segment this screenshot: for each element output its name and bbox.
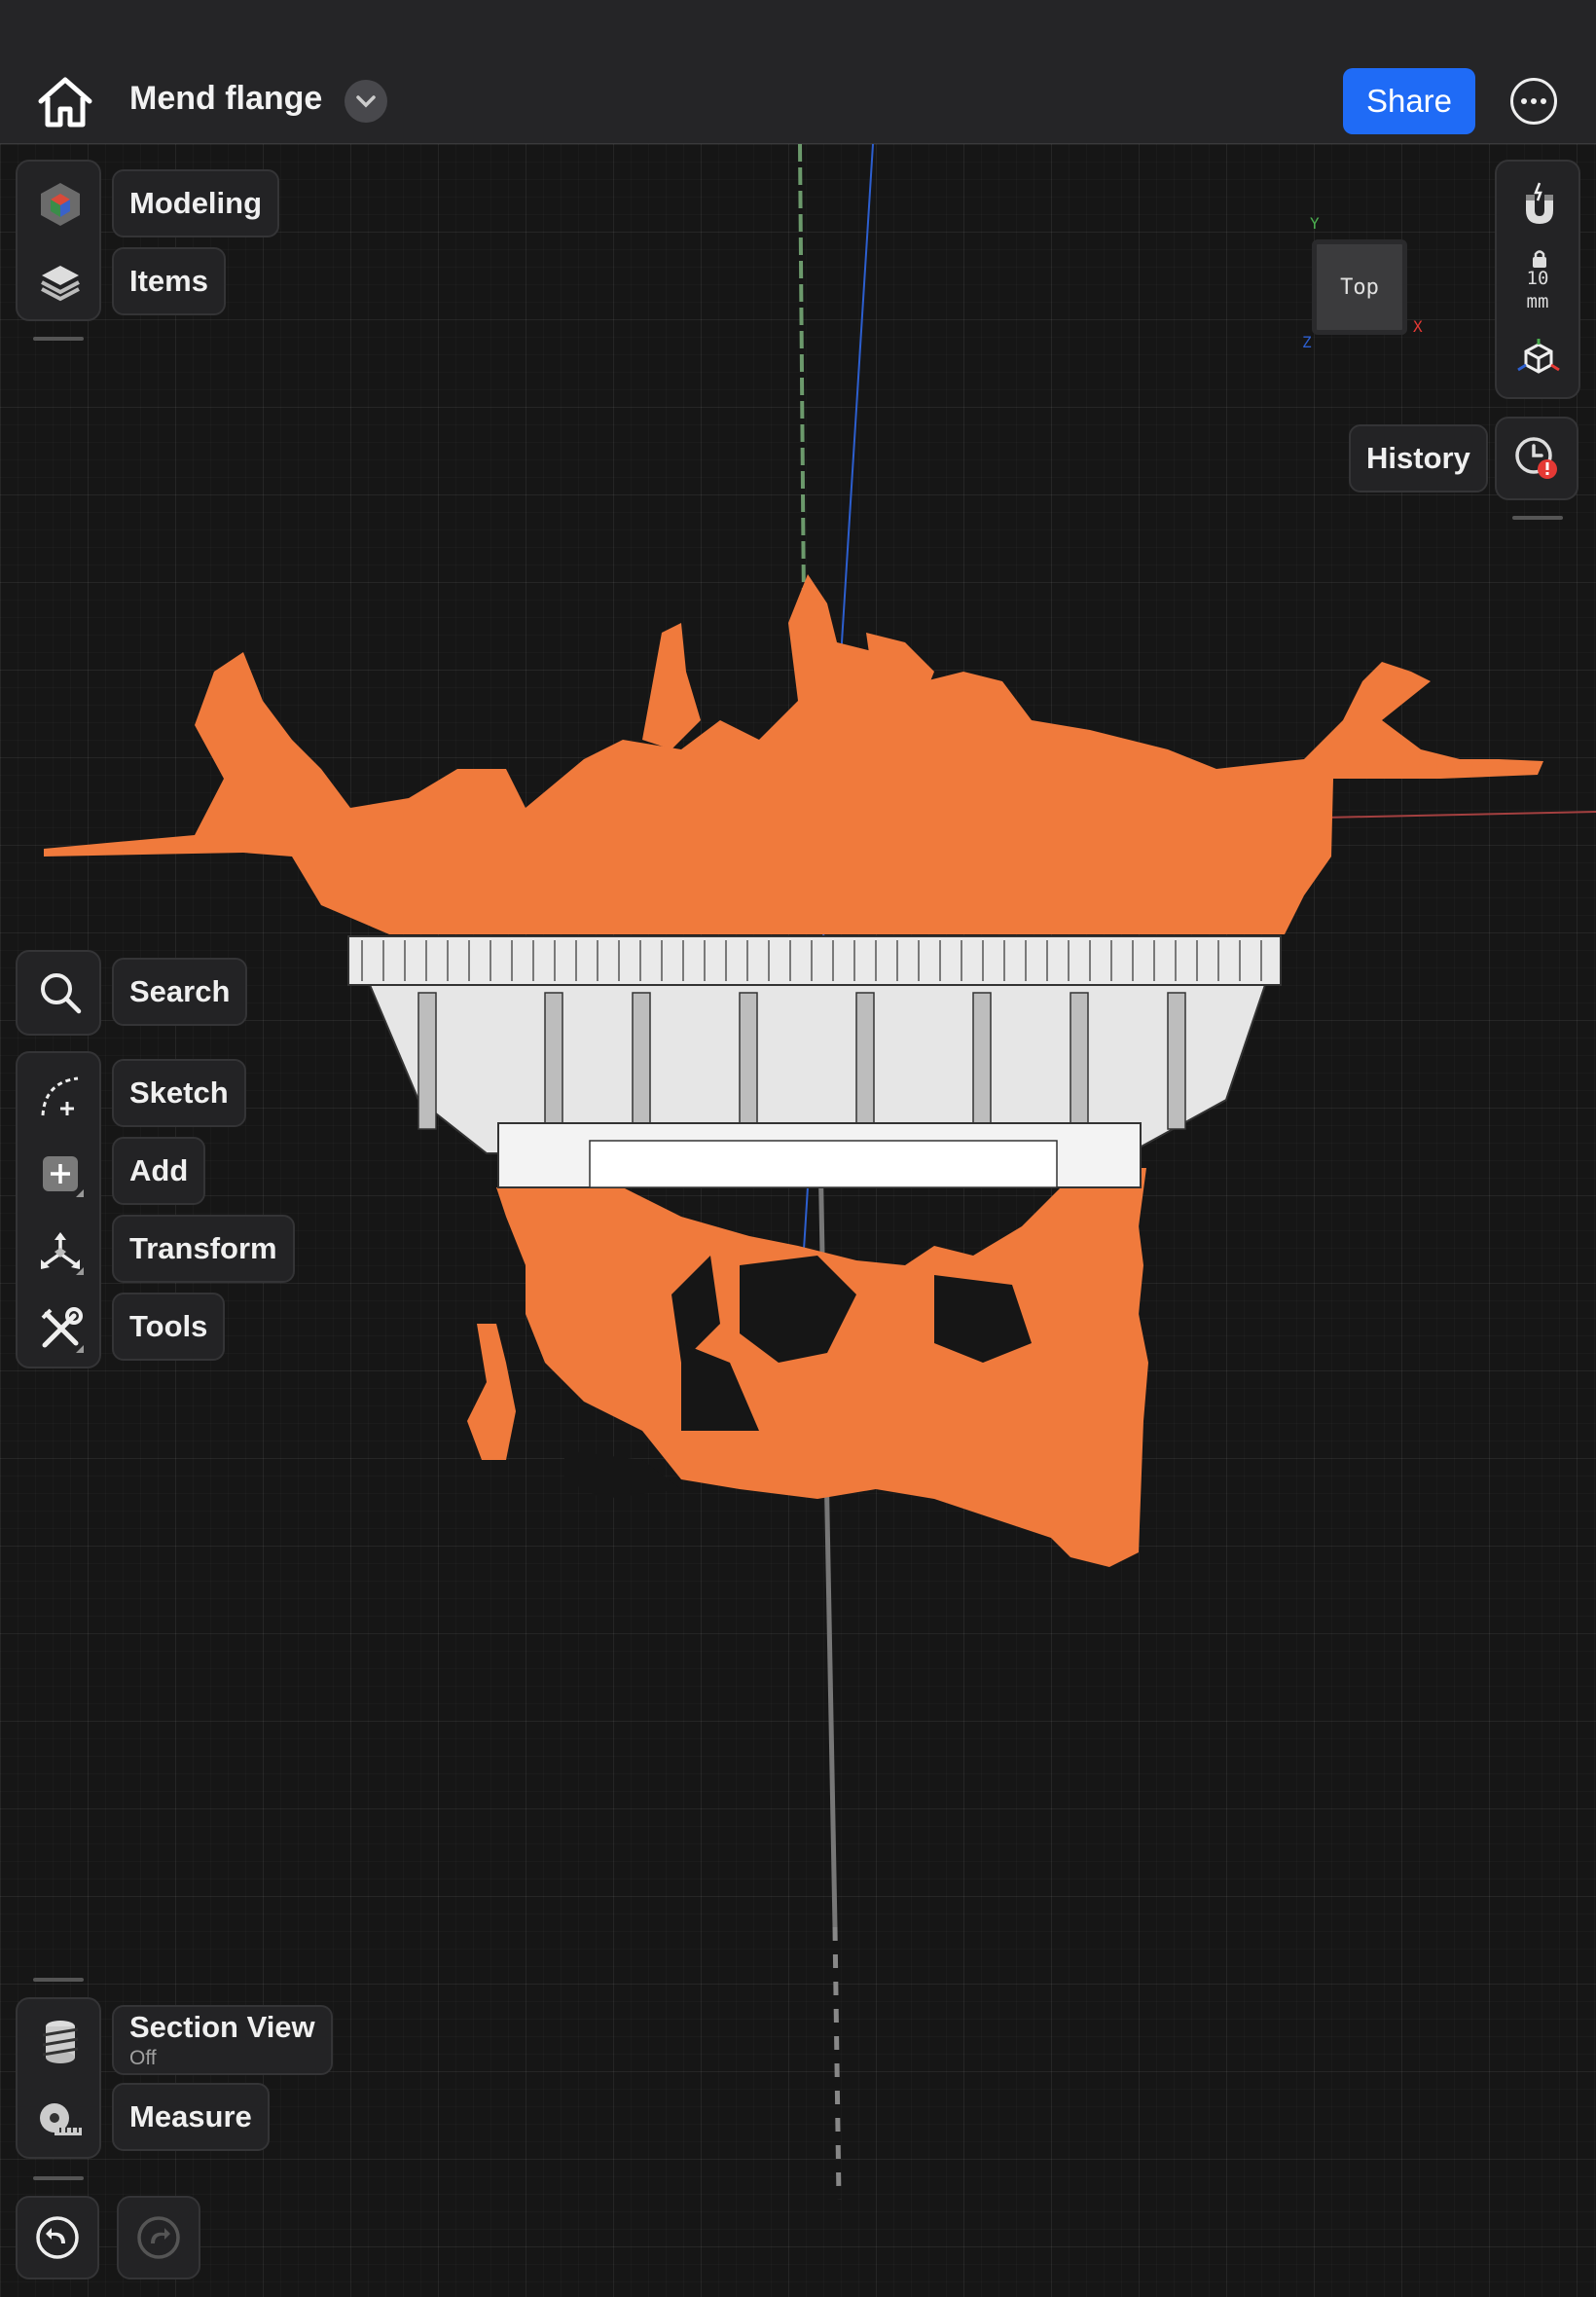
layers-icon[interactable] (31, 253, 90, 311)
scan-mesh-lower-left (467, 1324, 516, 1460)
measure-button[interactable]: Measure (112, 2083, 270, 2151)
modeling-cube-icon[interactable] (31, 175, 90, 234)
cube-axes-icon[interactable] (1516, 337, 1561, 386)
top-bar: Mend flange Share (0, 0, 1596, 144)
magnet-snap-icon[interactable] (1510, 175, 1569, 234)
tools-wrench-icon[interactable] (31, 1300, 90, 1359)
transform-button[interactable]: Transform (112, 1215, 295, 1283)
snap-value: 10 (1526, 268, 1549, 289)
search-button[interactable]: Search (112, 958, 248, 1026)
flange-rib (972, 992, 992, 1130)
transform-axes-icon[interactable] (31, 1222, 90, 1281)
flange-rib (855, 992, 875, 1130)
flange-rib (739, 992, 758, 1130)
history-button[interactable]: History (1349, 424, 1488, 492)
x-axis-line (1323, 811, 1596, 819)
search-panel (16, 950, 101, 1036)
panel-drag-handle-bottom[interactable] (33, 1978, 84, 1982)
document-title[interactable]: Mend flange (129, 80, 322, 118)
flange-plate-inner (589, 1140, 1058, 1188)
model-body (347, 935, 1282, 1188)
scan-mesh-upper (44, 574, 1543, 934)
flange-rib (1070, 992, 1089, 1130)
create-tools-panel (16, 1051, 101, 1368)
snap-unit: mm (1526, 291, 1549, 312)
house-icon[interactable] (35, 72, 95, 132)
sketch-arc-plus-icon[interactable] (31, 1067, 90, 1125)
panel-drag-handle[interactable] (33, 337, 84, 341)
flange-rib (1167, 992, 1186, 1130)
flange-rib (417, 992, 437, 1130)
ellipsis-circle-icon[interactable] (1510, 78, 1557, 125)
workspace-panel (16, 160, 101, 321)
panel-divider (33, 2176, 84, 2180)
search-icon[interactable] (31, 964, 90, 1022)
view-cube[interactable]: Top (1312, 239, 1407, 335)
axis-lower-dashed (832, 1926, 842, 2201)
chevron-down-icon[interactable] (345, 80, 387, 123)
sketch-button[interactable]: Sketch (112, 1059, 246, 1127)
redo-icon[interactable] (117, 2196, 200, 2279)
section-view-icon[interactable] (31, 2013, 90, 2071)
flange-rib (632, 992, 651, 1130)
items-button[interactable]: Items (112, 247, 226, 315)
history-clock-alert-icon[interactable] (1495, 417, 1578, 500)
scan-mesh-spike-left (642, 623, 701, 749)
flange-ring (347, 935, 1282, 986)
modeling-workspace-button[interactable]: Modeling (112, 169, 280, 237)
section-view-label: Section View (129, 2010, 315, 2044)
view-cube-y-label: Y (1310, 214, 1320, 233)
snap-increment[interactable]: 10 mm (1499, 267, 1577, 313)
undo-icon[interactable] (16, 2196, 99, 2279)
add-button[interactable]: Add (112, 1137, 206, 1205)
flange-rib (544, 992, 563, 1130)
view-cube-z-label: Z (1302, 333, 1312, 351)
section-view-button[interactable]: Section View Off (112, 2005, 333, 2075)
inspect-panel (16, 1997, 101, 2159)
axis-lower-line (816, 1099, 838, 1928)
view-cube-face-label: Top (1340, 274, 1379, 300)
share-button[interactable]: Share (1343, 68, 1475, 134)
add-square-icon[interactable] (31, 1145, 90, 1203)
view-cube-x-label: X (1413, 317, 1423, 336)
tools-button[interactable]: Tools (112, 1293, 226, 1361)
right-panel-drag-handle[interactable] (1512, 516, 1563, 520)
section-view-state: Off (129, 2047, 157, 2069)
tape-measure-icon[interactable] (31, 2091, 90, 2149)
